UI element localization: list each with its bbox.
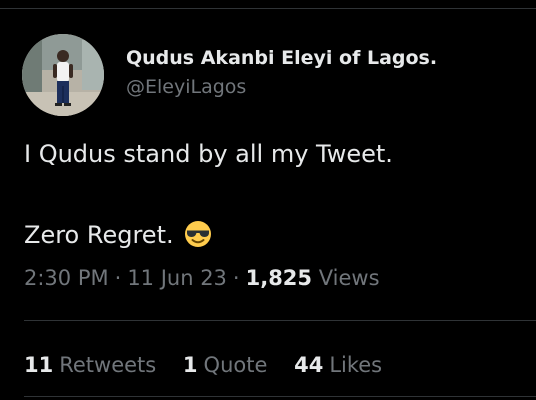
tweet-text-line-1: I Qudus stand by all my Tweet.: [24, 140, 393, 168]
likes-stat[interactable]: 44 Likes: [294, 353, 382, 377]
quotes-count: 1: [182, 353, 198, 377]
author-handle[interactable]: @EleyiLagos: [126, 76, 246, 98]
top-divider: [0, 8, 536, 9]
engagement-stats: 11 Retweets 1 Quote 44 Likes: [24, 353, 402, 377]
author-name[interactable]: Qudus Akanbi Eleyi of Lagos.: [126, 47, 437, 69]
meta-separator: ·: [232, 266, 240, 290]
views-label: Views: [318, 266, 380, 290]
quotes-label: Quote: [203, 353, 268, 377]
quotes-stat[interactable]: 1 Quote: [183, 353, 267, 377]
divider: [24, 320, 536, 321]
tweet-date[interactable]: 11 Jun 23: [127, 266, 227, 290]
likes-label: Likes: [329, 353, 383, 377]
tweet-text-line-2: Zero Regret.: [24, 220, 212, 254]
likes-count: 44: [294, 353, 324, 377]
smiling-face-with-sunglasses-icon: [184, 220, 212, 254]
retweets-label: Retweets: [59, 353, 157, 377]
views-count: 1,825: [245, 266, 313, 290]
avatar[interactable]: [22, 34, 104, 116]
meta-separator: ·: [114, 266, 122, 290]
retweets-count: 11: [24, 353, 54, 377]
retweets-stat[interactable]: 11 Retweets: [24, 353, 156, 377]
tweet-meta: 2:30 PM · 11 Jun 23 · 1,825 Views: [24, 266, 380, 290]
avatar-photo: [22, 34, 104, 116]
tweet-time[interactable]: 2:30 PM: [24, 266, 109, 290]
divider: [24, 396, 536, 397]
tweet-text-line-2-text: Zero Regret.: [24, 221, 174, 249]
